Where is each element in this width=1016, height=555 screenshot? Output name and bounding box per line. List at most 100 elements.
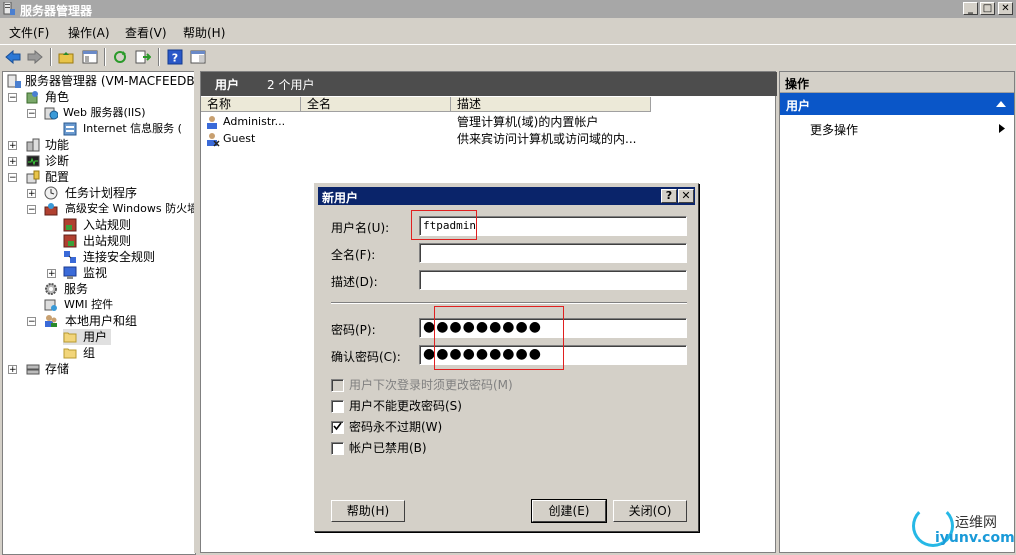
expand-icon[interactable]: + <box>27 189 36 199</box>
refresh-icon[interactable] <box>110 47 130 67</box>
toolbar-separator <box>50 48 52 66</box>
collapse-up-icon[interactable] <box>996 100 1006 108</box>
help-button[interactable]: 帮助(H) <box>331 500 405 522</box>
user-count: 2 个用户 <box>267 78 315 92</box>
configuration-icon <box>26 170 40 184</box>
collapse-icon[interactable]: − <box>27 317 36 327</box>
back-icon[interactable] <box>3 47 23 67</box>
tree-item-firewall[interactable]: − 高级安全 Windows 防火墙 <box>27 201 195 217</box>
window-title: 服务器管理器 <box>20 4 93 18</box>
services-gear-icon <box>45 283 57 295</box>
checkbox-box <box>331 379 344 392</box>
storage-icon <box>26 364 40 375</box>
toolbar-separator <box>104 48 106 66</box>
checkbox-box[interactable] <box>331 421 344 434</box>
fullname-label: 全名(F): <box>331 248 376 262</box>
toolbar-separator <box>158 48 160 66</box>
actions-section-users[interactable]: 用户 <box>780 93 1014 115</box>
console-tree: 服务器管理器 (VM-MACFEEDBSJ) − 角色 − Web 服务器(II… <box>2 71 196 555</box>
iis-icon <box>63 122 77 136</box>
toolbar: ? <box>0 44 1016 69</box>
fullname-input[interactable] <box>419 243 687 263</box>
dialog-close-button[interactable]: ✕ <box>678 189 694 203</box>
inbound-rules-icon <box>63 218 77 232</box>
password-label: 密码(P): <box>331 323 376 337</box>
actions-header: 操作 <box>780 72 1014 93</box>
new-user-dialog: 新用户 ? ✕ 用户名(U): ftpadmin 全名(F): 描述(D): 密… <box>314 183 699 532</box>
checkbox-box[interactable] <box>331 400 344 413</box>
menu-view[interactable]: 查看(V) <box>125 24 167 41</box>
actions-title: 操作 <box>785 77 810 91</box>
monitoring-icon <box>63 266 77 279</box>
collapse-icon[interactable]: − <box>27 109 36 119</box>
user-icon <box>207 116 217 129</box>
up-folder-icon[interactable] <box>56 47 76 67</box>
tree-item-iis[interactable]: Internet 信息服务 ( <box>63 121 195 137</box>
close-button[interactable]: ✕ <box>998 2 1013 15</box>
menu-bar: 文件(F) 操作(A) 查看(V) 帮助(H) <box>0 21 1016 41</box>
expand-icon[interactable]: + <box>8 365 17 375</box>
roles-icon <box>26 91 38 104</box>
web-server-icon <box>44 107 58 120</box>
username-input[interactable]: ftpadmin <box>419 216 687 236</box>
action-more-actions[interactable]: 更多操作 <box>780 119 1014 137</box>
confirm-password-input[interactable]: ●●●●●●●●● <box>419 345 687 365</box>
table-row[interactable]: Guest 供来宾访问计算机或访问域的内... <box>205 131 765 147</box>
firewall-icon <box>44 203 58 216</box>
export-list-icon[interactable] <box>133 47 153 67</box>
server-manager-icon <box>3 2 15 15</box>
table-row[interactable]: Administr... 管理计算机(域)的内置帐户 <box>205 114 765 130</box>
password-input[interactable]: ●●●●●●●●● <box>419 318 687 338</box>
svg-text:?: ? <box>172 52 178 65</box>
server-manager-icon <box>7 74 21 88</box>
create-button[interactable]: 创建(E) <box>531 499 607 523</box>
close-dialog-button[interactable]: 关闭(O) <box>613 500 687 522</box>
collapse-icon[interactable]: − <box>27 205 36 215</box>
diagnostics-icon <box>26 155 40 167</box>
actions-pane: 操作 用户 更多操作 <box>779 71 1015 553</box>
maximize-button[interactable]: □ <box>980 2 995 15</box>
features-icon <box>26 138 40 152</box>
pane-header: 用户 2 个用户 <box>201 72 777 96</box>
guest-user-icon <box>207 133 220 147</box>
menu-help[interactable]: 帮助(H) <box>183 24 225 41</box>
outbound-rules-icon <box>63 234 77 248</box>
folder-icon <box>63 332 77 343</box>
checkbox-box[interactable] <box>331 442 344 455</box>
watermark-name: 运维网 <box>955 515 997 531</box>
column-fullname[interactable]: 全名 <box>301 97 451 112</box>
expand-icon[interactable]: + <box>8 141 17 151</box>
column-name[interactable]: 名称 <box>201 97 301 112</box>
folder-icon <box>63 348 77 359</box>
connection-security-icon <box>64 251 76 263</box>
tree-item-web-server[interactable]: − Web 服务器(IIS) <box>27 105 195 121</box>
help-icon[interactable]: ? <box>165 47 185 67</box>
collapse-icon[interactable]: − <box>8 173 17 183</box>
wmi-icon <box>44 299 57 311</box>
minimize-button[interactable]: _ <box>963 2 978 15</box>
pane-title: 用户 <box>215 78 240 92</box>
checkmark-icon <box>333 422 342 431</box>
forward-icon[interactable] <box>25 47 45 67</box>
show-hide-tree-icon[interactable] <box>80 47 100 67</box>
dialog-title-bar: 新用户 ? ✕ <box>318 187 695 205</box>
username-label: 用户名(U): <box>331 221 390 235</box>
collapse-icon[interactable]: − <box>8 93 17 103</box>
menu-file[interactable]: 文件(F) <box>9 24 49 41</box>
title-bar: 服务器管理器 _ □ ✕ <box>0 0 1016 18</box>
properties-icon[interactable] <box>188 47 208 67</box>
column-description[interactable]: 描述 <box>451 97 651 112</box>
tree-item-users[interactable]: 用户 <box>63 329 111 345</box>
submenu-arrow-icon <box>999 124 1005 133</box>
dialog-separator <box>331 302 687 304</box>
tree-item-roles[interactable]: − 角色 <box>8 89 188 105</box>
dialog-help-button[interactable]: ? <box>661 189 677 203</box>
expand-icon[interactable]: + <box>47 269 56 279</box>
description-label: 描述(D): <box>331 275 378 289</box>
users-groups-icon <box>45 315 57 327</box>
clock-icon <box>44 186 58 200</box>
description-input[interactable] <box>419 270 687 290</box>
confirm-password-label: 确认密码(C): <box>331 350 401 364</box>
menu-action[interactable]: 操作(A) <box>68 24 110 41</box>
expand-icon[interactable]: + <box>8 157 17 167</box>
